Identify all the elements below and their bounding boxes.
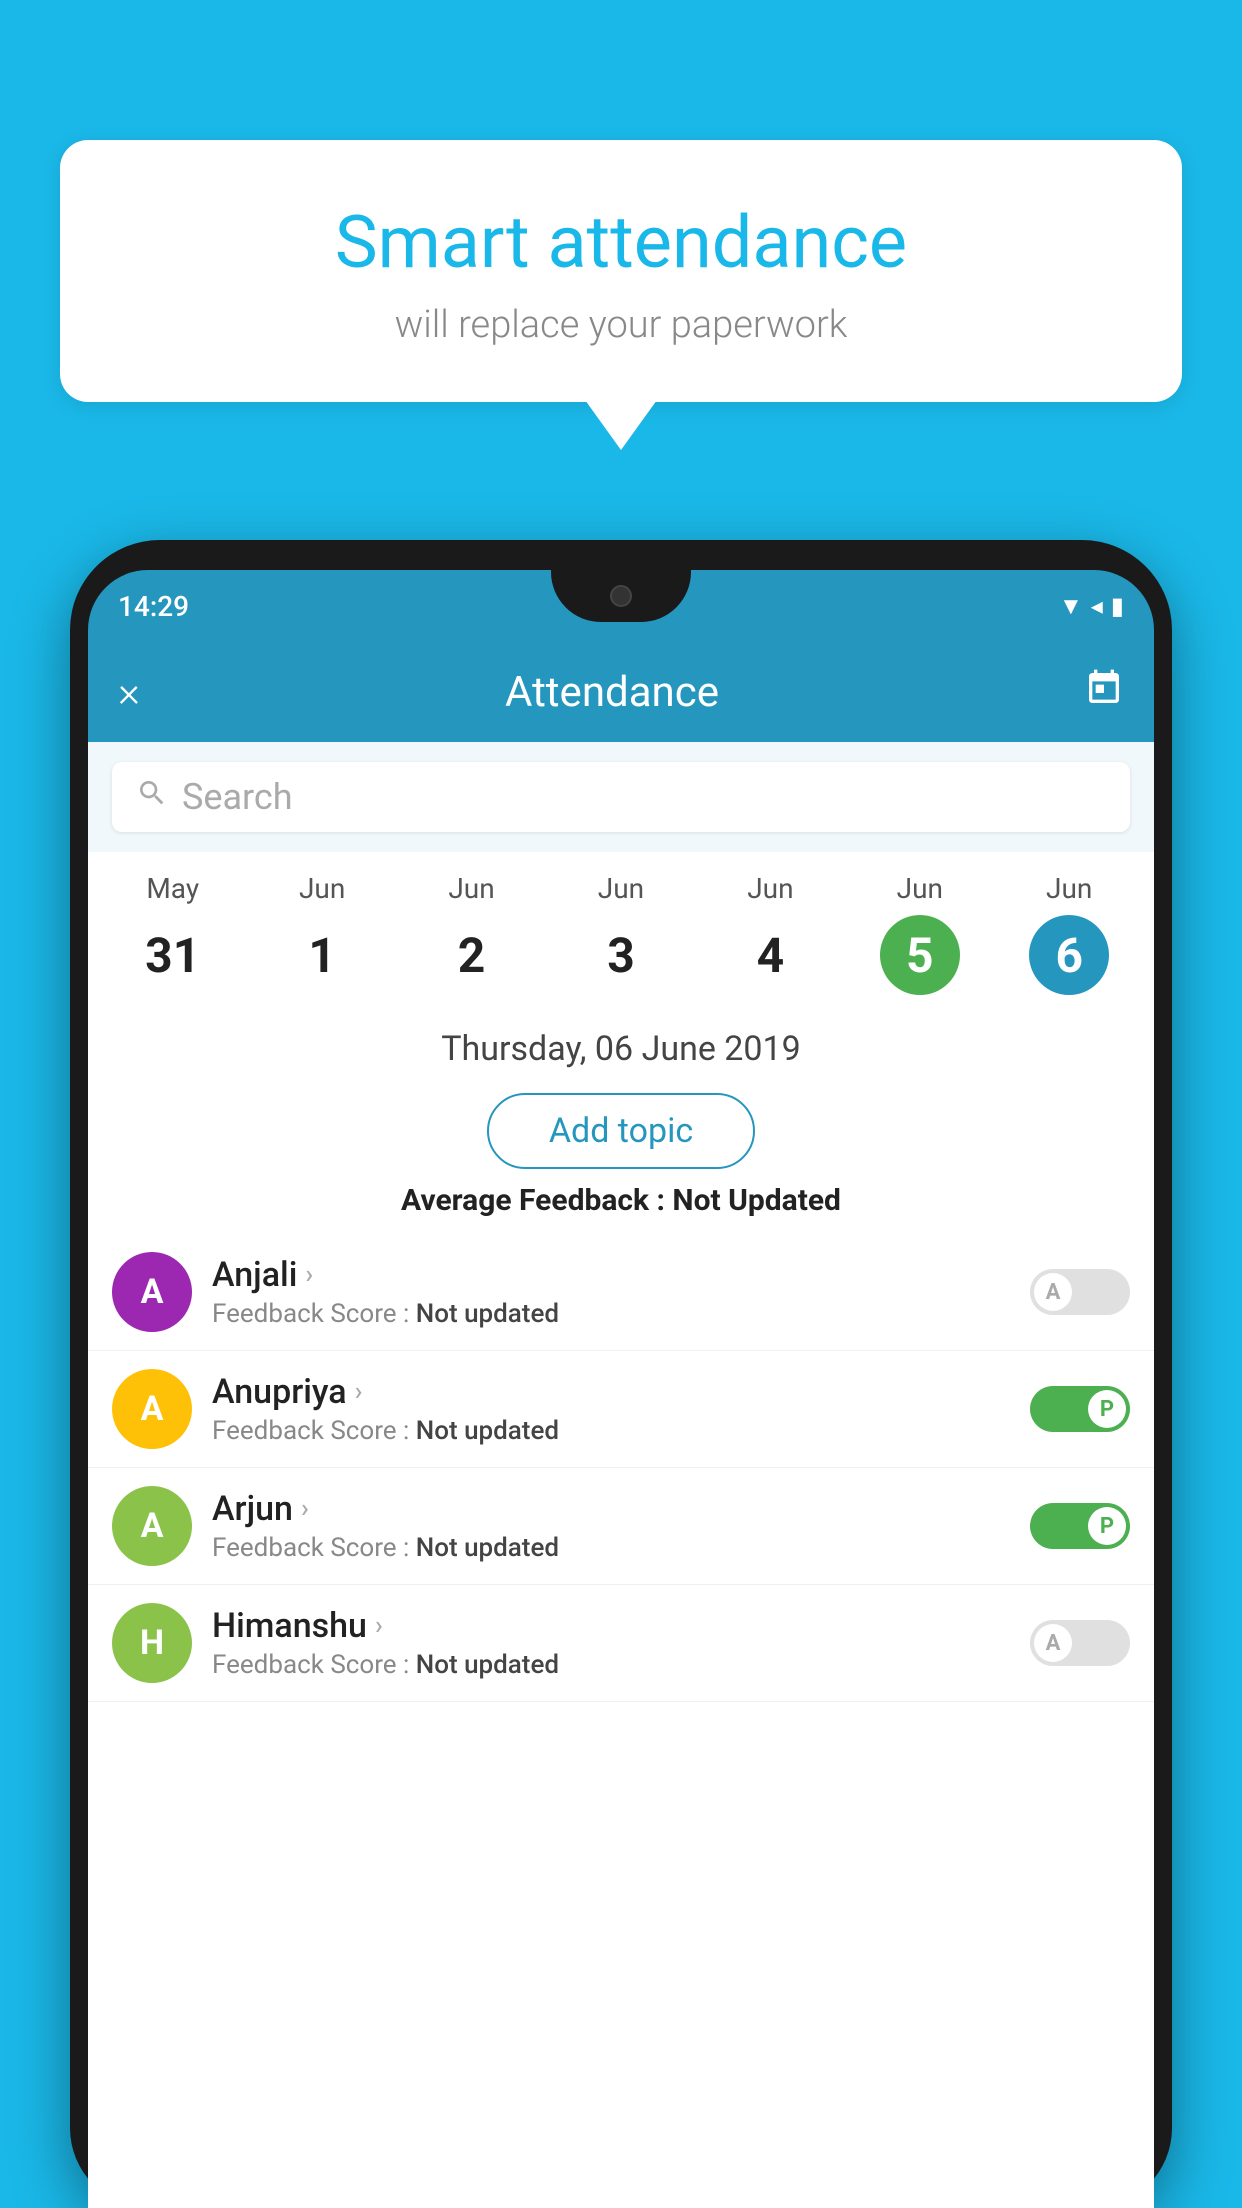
speech-bubble: Smart attendance will replace your paper… — [60, 140, 1182, 402]
student-info-anjali: Anjali › Feedback Score : Not updated — [212, 1255, 1010, 1329]
student-feedback-anjali: Feedback Score : Not updated — [212, 1299, 1010, 1329]
toggle-knob-anupriya: P — [1088, 1390, 1126, 1428]
student-info-anupriya: Anupriya › Feedback Score : Not updated — [212, 1372, 1010, 1446]
student-avatar-arjun: A — [112, 1486, 192, 1566]
search-icon — [136, 777, 168, 818]
date-item-2[interactable]: Jun 2 — [418, 862, 526, 1005]
student-name-anjali: Anjali › — [212, 1255, 1010, 1295]
add-topic-label[interactable]: Add topic — [487, 1093, 755, 1169]
signal-icon: ◂ — [1091, 592, 1103, 620]
close-button[interactable]: × — [118, 668, 140, 717]
date-item-6[interactable]: Jun 6 — [1015, 862, 1123, 1005]
selected-date: Thursday, 06 June 2019 — [88, 1005, 1154, 1079]
toggle-knob-arjun: P — [1088, 1507, 1126, 1545]
phone-notch — [551, 570, 691, 622]
bubble-subtitle: will replace your paperwork — [110, 303, 1132, 347]
student-feedback-himanshu: Feedback Score : Not updated — [212, 1650, 1010, 1680]
bubble-title: Smart attendance — [110, 200, 1132, 285]
status-icons: ▼ ◂ ▮ — [1059, 592, 1124, 621]
student-avatar-himanshu: H — [112, 1603, 192, 1683]
app-header: × Attendance — [88, 642, 1154, 742]
student-avatar-anupriya: A — [112, 1369, 192, 1449]
date-item-1[interactable]: Jun 1 — [268, 862, 376, 1005]
attendance-toggle-anjali[interactable]: A — [1030, 1269, 1130, 1315]
chevron-icon: › — [301, 1494, 309, 1524]
student-item-arjun[interactable]: A Arjun › Feedback Score : Not updated P — [88, 1468, 1154, 1585]
date-item-5[interactable]: Jun 5 — [866, 862, 974, 1005]
chevron-icon: › — [305, 1260, 313, 1290]
status-time: 14:29 — [118, 590, 189, 623]
status-bar: 14:29 ▼ ◂ ▮ — [88, 570, 1154, 642]
student-item-anjali[interactable]: A Anjali › Feedback Score : Not updated … — [88, 1234, 1154, 1351]
phone-frame: 14:29 ▼ ◂ ▮ × Attendance — [70, 540, 1172, 2208]
app-title: Attendance — [505, 668, 719, 717]
speech-bubble-container: Smart attendance will replace your paper… — [60, 140, 1182, 402]
student-info-arjun: Arjun › Feedback Score : Not updated — [212, 1489, 1010, 1563]
calendar-icon[interactable] — [1084, 668, 1124, 717]
notch-camera — [610, 585, 632, 607]
student-list: A Anjali › Feedback Score : Not updated … — [88, 1234, 1154, 1702]
student-name-himanshu: Himanshu › — [212, 1606, 1010, 1646]
add-topic-button[interactable]: Add topic — [88, 1093, 1154, 1169]
student-avatar-anjali: A — [112, 1252, 192, 1332]
attendance-toggle-arjun[interactable]: P — [1030, 1503, 1130, 1549]
student-item-himanshu[interactable]: H Himanshu › Feedback Score : Not update… — [88, 1585, 1154, 1702]
toggle-knob-himanshu: A — [1034, 1624, 1072, 1662]
battery-icon: ▮ — [1111, 592, 1124, 620]
search-input-wrapper[interactable]: Search — [112, 762, 1130, 832]
avg-feedback-label: Average Feedback : — [401, 1183, 672, 1218]
attendance-toggle-anupriya[interactable]: P — [1030, 1386, 1130, 1432]
date-item-3[interactable]: Jun 3 — [567, 862, 675, 1005]
date-item-4[interactable]: Jun 4 — [716, 862, 824, 1005]
student-name-anupriya: Anupriya › — [212, 1372, 1010, 1412]
date-picker: May 31 Jun 1 Jun 2 Jun 3 Jun 4 Jun 5 — [88, 852, 1154, 1005]
chevron-icon: › — [355, 1377, 363, 1407]
student-feedback-anupriya: Feedback Score : Not updated — [212, 1416, 1010, 1446]
search-placeholder: Search — [182, 776, 293, 818]
app-content: × Attendance Search May — [88, 642, 1154, 2208]
toggle-knob-anjali: A — [1034, 1273, 1072, 1311]
chevron-icon: › — [375, 1611, 383, 1641]
student-info-himanshu: Himanshu › Feedback Score : Not updated — [212, 1606, 1010, 1680]
wifi-icon: ▼ — [1059, 592, 1083, 621]
avg-feedback-value: Not Updated — [672, 1183, 841, 1218]
avg-feedback: Average Feedback : Not Updated — [88, 1183, 1154, 1218]
student-item-anupriya[interactable]: A Anupriya › Feedback Score : Not update… — [88, 1351, 1154, 1468]
search-bar: Search — [88, 742, 1154, 852]
date-item-0[interactable]: May 31 — [119, 862, 227, 1005]
student-feedback-arjun: Feedback Score : Not updated — [212, 1533, 1010, 1563]
student-name-arjun: Arjun › — [212, 1489, 1010, 1529]
attendance-toggle-himanshu[interactable]: A — [1030, 1620, 1130, 1666]
